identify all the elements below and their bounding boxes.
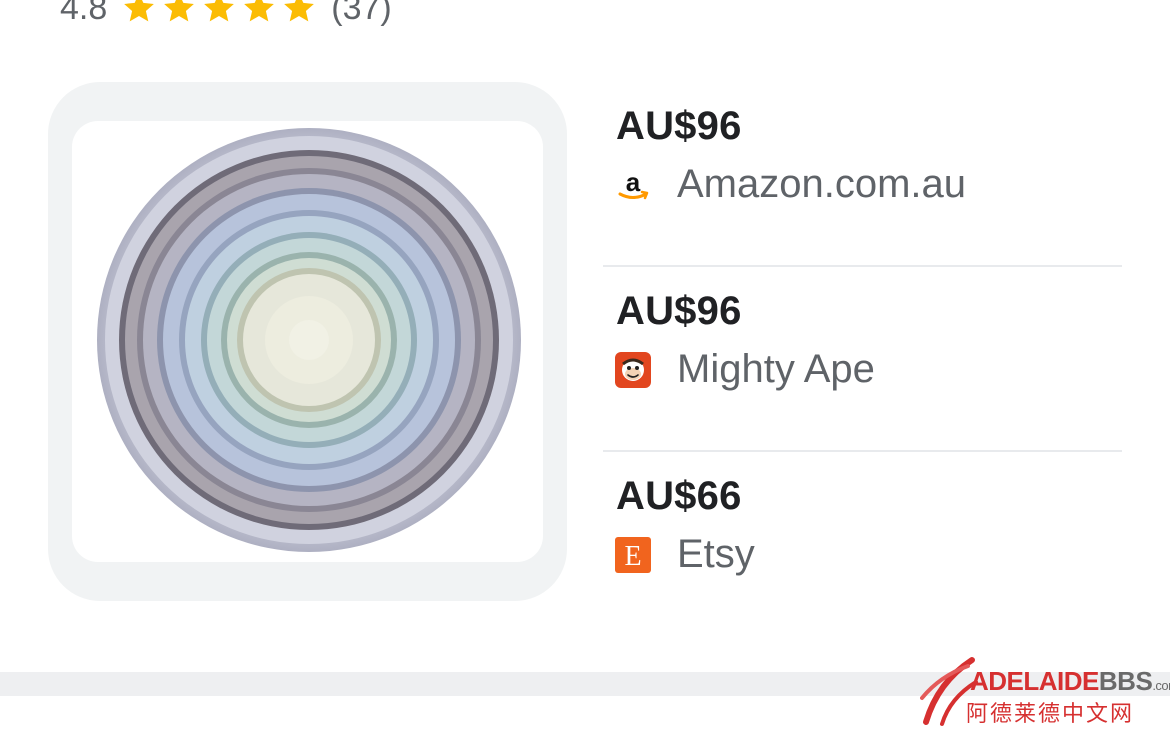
rating-score: 4.8 <box>60 0 108 27</box>
rating-row[interactable]: 4.8 (37) <box>60 0 392 30</box>
rating-count: (37) <box>331 0 392 27</box>
offer-row[interactable]: AU$66 E Etsy <box>603 452 1122 635</box>
star-icon <box>244 0 275 22</box>
offer-row[interactable]: AU$96 Mighty Ape <box>603 267 1122 450</box>
star-icon <box>124 0 155 22</box>
offer-merchant: Mighty Ape <box>615 347 875 392</box>
nested-bowls-image <box>97 128 521 552</box>
merchant-name: Etsy <box>677 532 755 576</box>
etsy-logo-icon: E <box>615 536 651 573</box>
svg-text:a: a <box>626 167 641 197</box>
watermark-latin-main: ADELAIDE <box>970 666 1099 696</box>
offers-list: AU$96 a Amazon.com.au AU$96 Mighty Ape A… <box>603 82 1122 635</box>
mighty-ape-logo-icon <box>615 351 651 388</box>
rating-stars <box>121 0 317 26</box>
watermark-cjk: 阿德莱德中文网 <box>966 701 1135 726</box>
site-watermark: ADELAIDEBBS.com 阿德莱德中文网 <box>920 652 1170 731</box>
merchant-name: Amazon.com.au <box>677 162 967 206</box>
star-icon <box>284 0 315 22</box>
offer-price: AU$66 <box>616 474 742 518</box>
product-image[interactable] <box>72 121 543 562</box>
offer-price: AU$96 <box>616 104 742 148</box>
offer-row[interactable]: AU$96 a Amazon.com.au <box>603 82 1122 265</box>
svg-text:E: E <box>624 541 641 572</box>
offer-price: AU$96 <box>616 289 742 333</box>
watermark-latin-accent: BBS <box>1098 666 1153 696</box>
offer-merchant: E Etsy <box>615 532 755 577</box>
merchant-name: Mighty Ape <box>677 347 875 391</box>
offer-merchant: a Amazon.com.au <box>615 162 966 207</box>
product-image-tile[interactable] <box>48 82 567 601</box>
watermark-domain-suffix: .com <box>1152 678 1170 693</box>
star-icon <box>164 0 195 22</box>
amazon-logo-icon: a <box>615 166 651 203</box>
watermark-latin: ADELAIDEBBS.com <box>970 666 1170 697</box>
star-icon <box>204 0 235 22</box>
